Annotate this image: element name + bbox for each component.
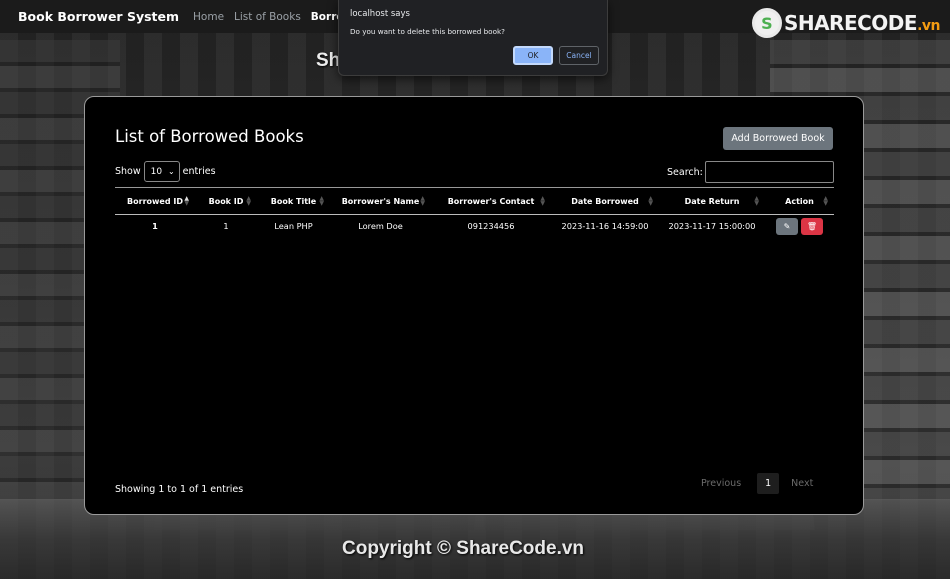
sort-icon: ▲ ▼ [420,195,425,207]
column-header-label: Borrowed ID [127,196,183,206]
cell-date-borrowed: 2023-11-16 14:59:00 [561,221,649,232]
table-header-row: Borrowed ID ▲ ▼ Book ID ▲ ▼ Book Title ▲ ▼ Bor… [115,187,834,215]
confirm-dialog: localhost says Do you want to delete thi… [338,0,608,76]
column-header-book-title[interactable]: Book Title ▲ ▼ [257,187,330,215]
cell-action: ✎ 🗑 [765,215,834,238]
nav-link-home[interactable]: Home [193,11,224,23]
sort-icon: ▲ ▼ [319,195,324,207]
cell-borrowed-id: 1 [152,221,158,232]
entries-select-value: 10 [150,166,163,177]
sort-icon: ▲ ▼ [823,195,828,207]
add-borrowed-book-button[interactable]: Add Borrowed Book [723,127,833,150]
search-input[interactable] [704,161,834,183]
column-header-label: Borrower's Contact [447,196,535,206]
trash-icon: 🗑 [806,221,818,231]
pagination: Previous 1 Next [701,473,813,494]
borrowed-books-table: Borrowed ID ▲ ▼ Book ID ▲ ▼ Book Title ▲ ▼ Bor… [115,187,834,238]
logo-name: SHARECODE [783,11,918,35]
page-title: List of Borrowed Books [115,127,304,146]
entries-length-control: Show 10 ⌄ entries [115,161,216,182]
column-header-label: Action [785,196,814,206]
cell-date-return: 2023-11-17 15:00:00 [668,221,756,232]
table-row: 1 1 Lean PHP Lorem Doe 091234456 2023-11… [115,215,834,238]
column-header-book-id[interactable]: Book ID ▲ ▼ [195,187,257,215]
pencil-icon: ✎ [783,221,791,231]
entries-select[interactable]: 10 ⌄ [143,161,180,182]
dialog-message: Do you want to delete this borrowed book… [350,27,505,36]
show-label: Show [115,166,141,177]
column-header-borrowed-id[interactable]: Borrowed ID ▲ ▼ [115,187,195,215]
column-header-label: Book Title [270,196,317,206]
sort-icon: ▲ ▼ [184,195,189,207]
sharecode-logo: S SHARECODE.vn [751,8,941,38]
column-header-label: Date Return [684,196,740,206]
delete-button[interactable]: 🗑 [801,217,823,235]
edit-button[interactable]: ✎ [776,217,798,235]
cell-borrower-name: Lorem Doe [358,221,403,232]
search-label: Search: [667,166,703,178]
cell-borrower-contact: 091234456 [467,221,515,232]
column-header-label: Borrower's Name [341,196,420,206]
column-header-borrower-name[interactable]: Borrower's Name ▲ ▼ [330,187,431,215]
column-header-label: Book ID [208,196,244,206]
entries-label: entries [182,166,216,177]
pagination-page-1[interactable]: 1 [757,473,780,494]
search-control: Search: [667,161,834,183]
logo-tld: .vn [917,18,940,34]
action-buttons: ✎ 🗑 [776,217,823,235]
logo-text: SHARECODE.vn [783,11,941,35]
logo-mark-icon: S [751,8,782,38]
ok-button[interactable]: OK [513,46,553,65]
column-header-label: Date Borrowed [571,196,639,206]
pagination-previous[interactable]: Previous [701,478,741,489]
cancel-button[interactable]: Cancel [559,46,599,65]
borrowed-books-panel: List of Borrowed Books Add Borrowed Book… [84,96,864,515]
sort-icon: ▲ ▼ [648,195,653,207]
table-info: Showing 1 to 1 of 1 entries [115,484,244,495]
nav-link-list-of-books[interactable]: List of Books [234,11,301,23]
sort-icon: ▲ ▼ [540,195,545,207]
cell-book-title: Lean PHP [274,221,313,232]
navbar-brand[interactable]: Book Borrower System [18,9,179,24]
watermark-copyright: Copyright © ShareCode.vn [342,538,585,559]
chevron-down-icon: ⌄ [167,167,175,176]
sort-icon: ▲ ▼ [754,195,759,207]
cell-book-id: 1 [223,221,229,232]
column-header-action[interactable]: Action ▲ ▼ [765,187,834,215]
column-header-date-borrowed[interactable]: Date Borrowed ▲ ▼ [551,187,659,215]
pagination-next[interactable]: Next [791,478,813,489]
dialog-title: localhost says [350,9,410,19]
column-header-borrower-contact[interactable]: Borrower's Contact ▲ ▼ [431,187,551,215]
sort-icon: ▲ ▼ [246,195,251,207]
column-header-date-return[interactable]: Date Return ▲ ▼ [659,187,765,215]
